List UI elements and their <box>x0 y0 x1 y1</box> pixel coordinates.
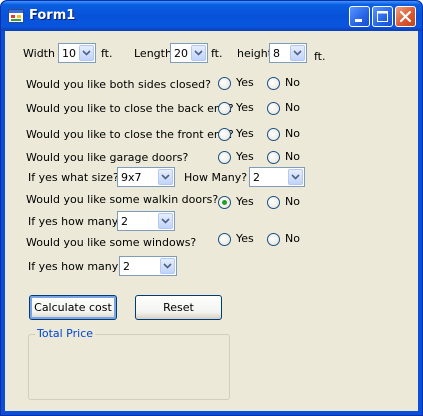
back-end-no-radio[interactable] <box>267 102 280 115</box>
total-price-group: Total Price <box>28 327 230 400</box>
walkin-no-radio[interactable] <box>267 196 280 209</box>
windows-no-radio[interactable] <box>267 233 280 246</box>
chevron-down-icon[interactable] <box>160 258 175 274</box>
maximize-icon <box>377 11 388 22</box>
walkin-count-combobox[interactable]: 2 <box>117 211 175 231</box>
windows-no-label: No <box>285 232 300 245</box>
height-unit: ft. <box>314 50 326 63</box>
windows-count-label: If yes how many? <box>28 260 125 273</box>
garage-yes-radio[interactable] <box>218 151 231 164</box>
chevron-down-icon[interactable] <box>290 45 305 61</box>
chevron-down-icon[interactable] <box>158 169 173 185</box>
width-unit: ft. <box>101 47 113 60</box>
total-price-label: Total Price <box>35 327 96 340</box>
walkin-no-label: No <box>285 195 300 208</box>
length-value: 20 <box>174 47 188 60</box>
app-icon <box>8 9 24 23</box>
garage-size-combobox[interactable]: 9x7 <box>117 167 175 187</box>
form-window: Form1 Width 10 ft. Length 20 ft. height … <box>0 0 423 416</box>
front-end-no-radio[interactable] <box>267 128 280 141</box>
length-unit: ft. <box>211 47 223 60</box>
length-combobox[interactable]: 20 <box>170 43 208 63</box>
height-combobox[interactable]: 8 <box>269 43 307 63</box>
question-both-sides: Would you like both sides closed? <box>26 78 211 91</box>
both-sides-yes-label: Yes <box>236 76 254 89</box>
length-label: Length <box>134 47 172 60</box>
walkin-count-label: If yes how many? <box>28 215 125 228</box>
chevron-down-icon[interactable] <box>191 45 206 61</box>
walkin-yes-label: Yes <box>236 195 254 208</box>
question-walkin-doors: Would you like some walkin doors? <box>26 193 219 206</box>
minimize-button[interactable] <box>349 6 370 27</box>
walkin-count-value: 2 <box>121 215 128 228</box>
height-label: height <box>237 47 273 60</box>
front-end-yes-label: Yes <box>236 127 254 140</box>
window-title: Form1 <box>29 8 76 23</box>
windows-yes-radio[interactable] <box>218 233 231 246</box>
back-end-no-label: No <box>285 101 300 114</box>
chevron-down-icon[interactable] <box>158 213 173 229</box>
width-combobox[interactable]: 10 <box>58 43 96 63</box>
close-button[interactable] <box>395 6 416 27</box>
garage-size-value: 9x7 <box>121 171 142 184</box>
width-value: 10 <box>62 47 76 60</box>
reset-button[interactable]: Reset <box>135 295 222 320</box>
garage-count-value: 2 <box>253 171 260 184</box>
garage-no-label: No <box>285 150 300 163</box>
both-sides-no-label: No <box>285 76 300 89</box>
garage-yes-label: Yes <box>236 150 254 163</box>
chevron-down-icon[interactable] <box>79 45 94 61</box>
walkin-yes-radio[interactable] <box>218 196 231 209</box>
windows-yes-label: Yes <box>236 232 254 245</box>
question-windows: Would you like some windows? <box>26 236 197 249</box>
question-garage-doors: Would you like garage doors? <box>26 151 189 164</box>
garage-count-label: How Many? <box>184 171 248 184</box>
question-back-end: Would you like to close the back end? <box>26 102 234 115</box>
front-end-no-label: No <box>285 127 300 140</box>
form-client-area: Width 10 ft. Length 20 ft. height 8 ft. … <box>5 31 418 411</box>
both-sides-yes-radio[interactable] <box>218 77 231 90</box>
minimize-icon <box>355 19 362 22</box>
chevron-down-icon[interactable] <box>288 169 303 185</box>
close-icon <box>399 10 412 23</box>
garage-no-radio[interactable] <box>267 151 280 164</box>
height-value: 8 <box>273 47 280 60</box>
windows-count-combobox[interactable]: 2 <box>119 256 177 276</box>
radio-selected-dot <box>222 200 227 205</box>
garage-count-combobox[interactable]: 2 <box>249 167 305 187</box>
maximize-button[interactable] <box>372 6 393 27</box>
back-end-yes-radio[interactable] <box>218 102 231 115</box>
garage-size-label: If yes what size? <box>28 171 119 184</box>
question-front-end: Would you like to close the front end? <box>26 128 234 141</box>
front-end-yes-radio[interactable] <box>218 128 231 141</box>
width-label: Width <box>23 47 55 60</box>
both-sides-no-radio[interactable] <box>267 77 280 90</box>
windows-count-value: 2 <box>123 260 130 273</box>
title-bar[interactable]: Form1 <box>1 1 422 31</box>
back-end-yes-label: Yes <box>236 101 254 114</box>
calculate-cost-button[interactable]: Calculate cost <box>29 295 117 320</box>
